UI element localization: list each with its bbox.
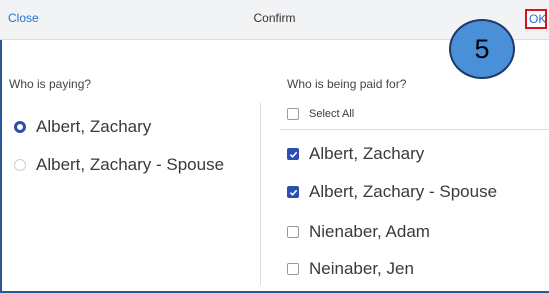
payer-option-label: Albert, Zachary - Spouse <box>36 155 225 174</box>
step-number-badge: 5 <box>449 19 515 79</box>
payee-option-albert-zachary-spouse[interactable]: Albert, Zachary - Spouse <box>287 182 497 202</box>
select-all-checkbox-row[interactable]: Select All <box>287 108 354 120</box>
payee-option-albert-zachary[interactable]: Albert, Zachary <box>287 144 424 164</box>
payer-option-albert-zachary[interactable]: Albert, Zachary <box>14 117 151 137</box>
payee-option-label: Albert, Zachary - Spouse <box>309 182 498 201</box>
select-all-label: Select All <box>309 108 355 120</box>
payee-option-nienaber-adam[interactable]: Nienaber, Adam <box>287 222 430 242</box>
payer-option-albert-zachary-spouse[interactable]: Albert, Zachary - Spouse <box>14 155 224 175</box>
payer-option-label: Albert, Zachary <box>36 117 152 136</box>
payer-heading: Who is paying? <box>9 77 92 91</box>
payee-option-label: Nienaber, Adam <box>309 222 430 241</box>
payee-heading: Who is being paid for? <box>287 77 407 91</box>
select-all-divider <box>280 129 549 130</box>
radio-selected-icon[interactable] <box>14 121 26 133</box>
column-divider <box>260 103 261 285</box>
radio-unselected-icon[interactable] <box>14 159 26 171</box>
checkbox-checked-icon[interactable] <box>287 148 299 160</box>
checkbox-checked-icon[interactable] <box>287 186 299 198</box>
payee-option-neinaber-jen[interactable]: Neinaber, Jen <box>287 259 414 279</box>
checkbox-unchecked-icon[interactable] <box>287 263 299 275</box>
payee-option-label: Neinaber, Jen <box>309 259 414 278</box>
checkbox-unchecked-icon[interactable] <box>287 108 299 120</box>
ok-button[interactable]: OK <box>525 9 547 29</box>
payee-option-label: Albert, Zachary <box>309 144 425 163</box>
checkbox-unchecked-icon[interactable] <box>287 226 299 238</box>
